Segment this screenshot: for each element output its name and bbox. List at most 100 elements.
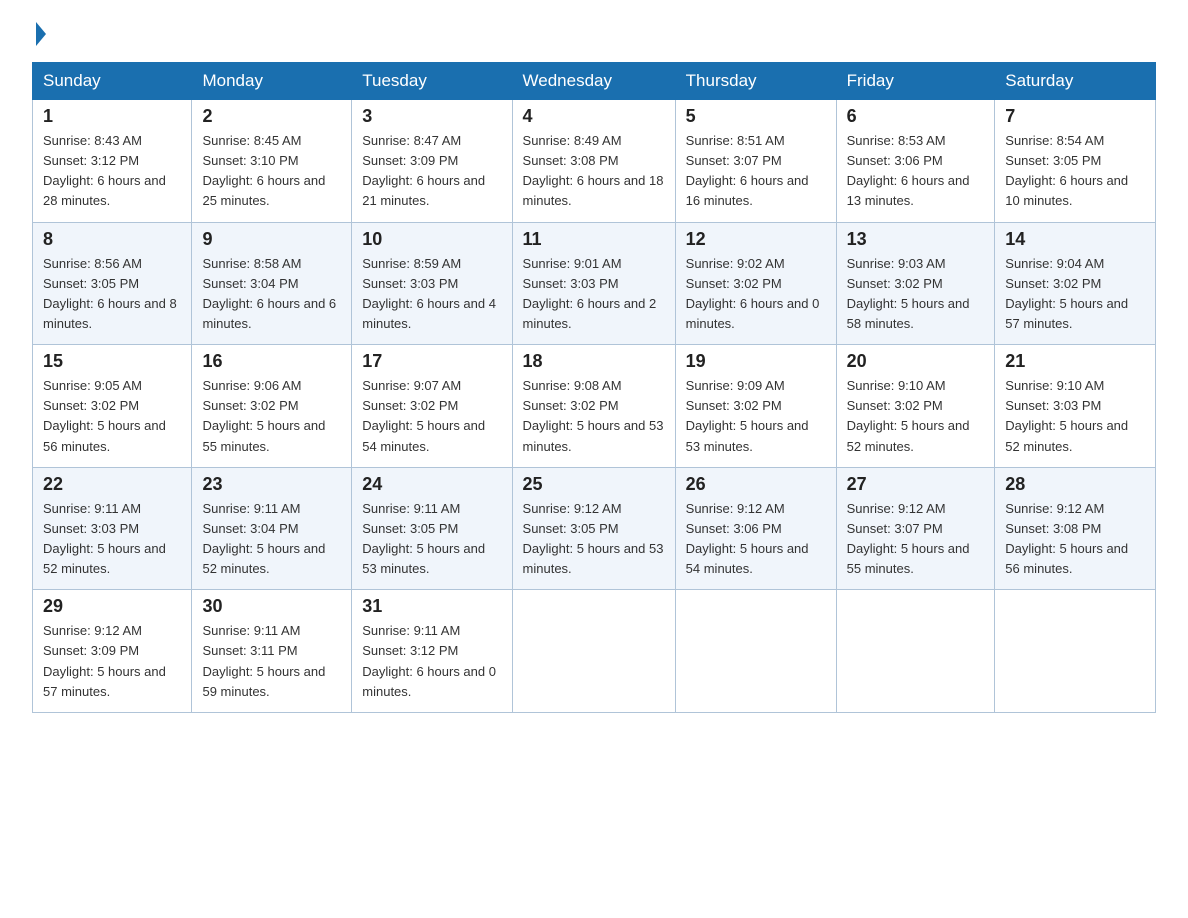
day-info: Sunrise: 9:09 AMSunset: 3:02 PMDaylight:… — [686, 376, 826, 457]
weekday-header-thursday: Thursday — [675, 63, 836, 100]
calendar-table: SundayMondayTuesdayWednesdayThursdayFrid… — [32, 62, 1156, 713]
day-info: Sunrise: 8:54 AMSunset: 3:05 PMDaylight:… — [1005, 131, 1145, 212]
calendar-cell: 22Sunrise: 9:11 AMSunset: 3:03 PMDayligh… — [33, 467, 192, 590]
calendar-cell: 2 Sunrise: 8:45 AMSunset: 3:10 PMDaylight… — [192, 100, 352, 223]
day-info: Sunrise: 9:11 AMSunset: 3:12 PMDaylight:… — [362, 621, 501, 702]
day-number: 25 — [523, 474, 665, 495]
day-number: 2 — [202, 106, 341, 127]
day-info: Sunrise: 8:47 AMSunset: 3:09 PMDaylight:… — [362, 131, 501, 212]
calendar-cell: 3 Sunrise: 8:47 AMSunset: 3:09 PMDaylight… — [352, 100, 512, 223]
day-info: Sunrise: 9:11 AMSunset: 3:11 PMDaylight:… — [202, 621, 341, 702]
day-number: 24 — [362, 474, 501, 495]
calendar-cell: 26 Sunrise: 9:12 AMSunset: 3:06 PMDayligh… — [675, 467, 836, 590]
calendar-cell: 29 Sunrise: 9:12 AMSunset: 3:09 PMDayligh… — [33, 590, 192, 713]
calendar-cell: 27 Sunrise: 9:12 AMSunset: 3:07 PMDayligh… — [836, 467, 995, 590]
calendar-cell: 11 Sunrise: 9:01 AMSunset: 3:03 PMDayligh… — [512, 222, 675, 345]
calendar-cell — [836, 590, 995, 713]
calendar-cell: 13 Sunrise: 9:03 AMSunset: 3:02 PMDayligh… — [836, 222, 995, 345]
calendar-cell: 24 Sunrise: 9:11 AMSunset: 3:05 PMDayligh… — [352, 467, 512, 590]
day-info: Sunrise: 9:05 AMSunset: 3:02 PMDaylight:… — [43, 376, 181, 457]
weekday-header-wednesday: Wednesday — [512, 63, 675, 100]
day-info: Sunrise: 9:12 AMSunset: 3:09 PMDaylight:… — [43, 621, 181, 702]
day-number: 23 — [202, 474, 341, 495]
calendar-cell: 25 Sunrise: 9:12 AMSunset: 3:05 PMDayligh… — [512, 467, 675, 590]
day-number: 9 — [202, 229, 341, 250]
day-info: Sunrise: 8:49 AMSunset: 3:08 PMDaylight:… — [523, 131, 665, 212]
day-number: 12 — [686, 229, 826, 250]
calendar-cell: 30 Sunrise: 9:11 AMSunset: 3:11 PMDayligh… — [192, 590, 352, 713]
calendar-cell: 14 Sunrise: 9:04 AMSunset: 3:02 PMDayligh… — [995, 222, 1156, 345]
day-number: 26 — [686, 474, 826, 495]
day-number: 30 — [202, 596, 341, 617]
calendar-cell: 18Sunrise: 9:08 AMSunset: 3:02 PMDayligh… — [512, 345, 675, 468]
calendar-cell: 28Sunrise: 9:12 AMSunset: 3:08 PMDayligh… — [995, 467, 1156, 590]
calendar-cell: 12 Sunrise: 9:02 AMSunset: 3:02 PMDayligh… — [675, 222, 836, 345]
calendar-cell: 15 Sunrise: 9:05 AMSunset: 3:02 PMDayligh… — [33, 345, 192, 468]
day-info: Sunrise: 9:11 AMSunset: 3:03 PMDaylight:… — [43, 499, 181, 580]
calendar-week-row: 1Sunrise: 8:43 AMSunset: 3:12 PMDaylight… — [33, 100, 1156, 223]
day-info: Sunrise: 9:11 AMSunset: 3:04 PMDaylight:… — [202, 499, 341, 580]
day-info: Sunrise: 9:01 AMSunset: 3:03 PMDaylight:… — [523, 254, 665, 335]
calendar-cell: 1Sunrise: 8:43 AMSunset: 3:12 PMDaylight… — [33, 100, 192, 223]
calendar-cell: 31Sunrise: 9:11 AMSunset: 3:12 PMDayligh… — [352, 590, 512, 713]
day-number: 1 — [43, 106, 181, 127]
day-number: 4 — [523, 106, 665, 127]
calendar-week-row: 15 Sunrise: 9:05 AMSunset: 3:02 PMDayligh… — [33, 345, 1156, 468]
calendar-cell: 16 Sunrise: 9:06 AMSunset: 3:02 PMDayligh… — [192, 345, 352, 468]
day-number: 15 — [43, 351, 181, 372]
day-number: 11 — [523, 229, 665, 250]
weekday-header-friday: Friday — [836, 63, 995, 100]
day-number: 29 — [43, 596, 181, 617]
day-number: 6 — [847, 106, 985, 127]
weekday-header-tuesday: Tuesday — [352, 63, 512, 100]
calendar-cell: 4 Sunrise: 8:49 AMSunset: 3:08 PMDaylight… — [512, 100, 675, 223]
calendar-cell: 20Sunrise: 9:10 AMSunset: 3:02 PMDayligh… — [836, 345, 995, 468]
day-number: 3 — [362, 106, 501, 127]
logo-arrow-icon — [36, 22, 46, 46]
day-info: Sunrise: 9:06 AMSunset: 3:02 PMDaylight:… — [202, 376, 341, 457]
day-number: 19 — [686, 351, 826, 372]
day-info: Sunrise: 9:10 AMSunset: 3:03 PMDaylight:… — [1005, 376, 1145, 457]
day-info: Sunrise: 8:58 AMSunset: 3:04 PMDaylight:… — [202, 254, 341, 335]
day-number: 13 — [847, 229, 985, 250]
day-number: 10 — [362, 229, 501, 250]
day-number: 20 — [847, 351, 985, 372]
day-number: 8 — [43, 229, 181, 250]
calendar-cell: 17Sunrise: 9:07 AMSunset: 3:02 PMDayligh… — [352, 345, 512, 468]
calendar-cell: 23 Sunrise: 9:11 AMSunset: 3:04 PMDayligh… — [192, 467, 352, 590]
day-number: 18 — [523, 351, 665, 372]
day-info: Sunrise: 8:53 AMSunset: 3:06 PMDaylight:… — [847, 131, 985, 212]
calendar-cell — [512, 590, 675, 713]
calendar-cell — [995, 590, 1156, 713]
day-number: 17 — [362, 351, 501, 372]
logo — [32, 24, 46, 42]
day-info: Sunrise: 9:12 AMSunset: 3:06 PMDaylight:… — [686, 499, 826, 580]
header — [32, 24, 1156, 42]
calendar-cell: 7Sunrise: 8:54 AMSunset: 3:05 PMDaylight… — [995, 100, 1156, 223]
day-info: Sunrise: 8:45 AMSunset: 3:10 PMDaylight:… — [202, 131, 341, 212]
logo-general-text — [32, 24, 46, 46]
calendar-cell: 19 Sunrise: 9:09 AMSunset: 3:02 PMDayligh… — [675, 345, 836, 468]
day-info: Sunrise: 9:02 AMSunset: 3:02 PMDaylight:… — [686, 254, 826, 335]
calendar-cell: 5Sunrise: 8:51 AMSunset: 3:07 PMDaylight… — [675, 100, 836, 223]
day-info: Sunrise: 9:12 AMSunset: 3:05 PMDaylight:… — [523, 499, 665, 580]
day-info: Sunrise: 9:12 AMSunset: 3:08 PMDaylight:… — [1005, 499, 1145, 580]
calendar-cell: 6 Sunrise: 8:53 AMSunset: 3:06 PMDaylight… — [836, 100, 995, 223]
calendar-week-row: 22Sunrise: 9:11 AMSunset: 3:03 PMDayligh… — [33, 467, 1156, 590]
day-number: 16 — [202, 351, 341, 372]
calendar-cell: 21Sunrise: 9:10 AMSunset: 3:03 PMDayligh… — [995, 345, 1156, 468]
calendar-cell — [675, 590, 836, 713]
day-info: Sunrise: 9:12 AMSunset: 3:07 PMDaylight:… — [847, 499, 985, 580]
calendar-cell: 9 Sunrise: 8:58 AMSunset: 3:04 PMDaylight… — [192, 222, 352, 345]
calendar-cell: 8Sunrise: 8:56 AMSunset: 3:05 PMDaylight… — [33, 222, 192, 345]
day-number: 14 — [1005, 229, 1145, 250]
day-info: Sunrise: 9:03 AMSunset: 3:02 PMDaylight:… — [847, 254, 985, 335]
day-info: Sunrise: 9:04 AMSunset: 3:02 PMDaylight:… — [1005, 254, 1145, 335]
weekday-header-sunday: Sunday — [33, 63, 192, 100]
calendar-header-row: SundayMondayTuesdayWednesdayThursdayFrid… — [33, 63, 1156, 100]
day-info: Sunrise: 8:59 AMSunset: 3:03 PMDaylight:… — [362, 254, 501, 335]
day-info: Sunrise: 9:11 AMSunset: 3:05 PMDaylight:… — [362, 499, 501, 580]
day-number: 5 — [686, 106, 826, 127]
weekday-header-monday: Monday — [192, 63, 352, 100]
day-number: 27 — [847, 474, 985, 495]
